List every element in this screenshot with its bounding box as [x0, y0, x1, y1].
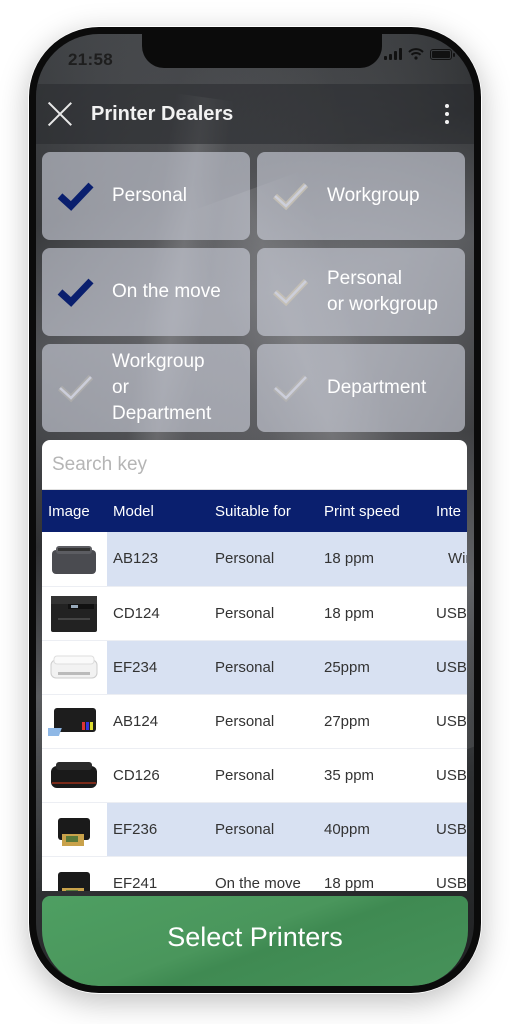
interface-cell: Wir	[436, 532, 467, 587]
battery-icon	[430, 48, 455, 60]
print-speed-cell: 18 ppm	[324, 586, 436, 641]
printer-inktank-icon	[42, 700, 100, 742]
model-cell: AB124	[107, 694, 215, 749]
printer-photo-compact-icon	[48, 862, 100, 891]
filter-grid: Personal Workgroup On the move Personal or …	[42, 152, 467, 432]
wifi-icon	[408, 48, 424, 60]
table-row[interactable]: AB123Personal18 ppmWir	[42, 532, 467, 587]
model-cell: EF236	[107, 802, 215, 857]
filter-option-label: Workgroup	[327, 185, 420, 206]
table-row[interactable]: EF236 Personal 40ppm USB	[42, 802, 467, 857]
app-screen: 21:58 Printer Dealers Personal Workgroup O…	[36, 34, 474, 986]
page-title: Printer Dealers	[91, 102, 234, 125]
print-speed-cell: 27ppm	[324, 694, 436, 749]
printer-inkjet-white-icon	[48, 646, 100, 688]
table-row[interactable]: AB124 Personal 27ppm USB	[42, 694, 467, 749]
column-header-print-speed[interactable]: Print speed	[324, 490, 436, 532]
print-speed-cell: 35 ppm	[324, 748, 436, 803]
table-row[interactable]: CD124 Personal 18 ppm USB	[42, 586, 467, 641]
print-speed-cell: 25ppm	[324, 640, 436, 695]
filter-option[interactable]: Personal	[42, 152, 250, 240]
printer-table: Image Model Suitable for Print speed Int…	[42, 490, 467, 891]
checkmark-unchecked-icon[interactable]	[56, 368, 96, 408]
notch	[142, 34, 382, 68]
more-vertical-icon[interactable]	[444, 104, 450, 124]
model-cell: CD126	[107, 748, 215, 803]
filter-option[interactable]: Workgroup or Department	[42, 344, 250, 432]
printer-list-panel: Image Model Suitable for Print speed Int…	[42, 440, 467, 891]
close-icon[interactable]	[46, 100, 74, 128]
table-row[interactable]: EF241 On the move 18 ppm USB	[42, 856, 467, 891]
column-header-model[interactable]: Model	[107, 490, 215, 532]
model-cell: EF241	[107, 856, 215, 891]
print-speed-cell: 18 ppm	[324, 856, 436, 891]
suitable-for-cell: Personal	[215, 694, 324, 749]
checkmark-unchecked-icon[interactable]	[271, 368, 311, 408]
print-speed-cell: 18 ppm	[324, 532, 436, 587]
interface-cell: USB	[436, 694, 467, 749]
filter-option-label: Personal	[112, 185, 187, 206]
suitable-for-cell: Personal	[215, 532, 324, 587]
printer-image-cell	[42, 748, 107, 803]
filter-option-label: Personal or workgroup	[327, 268, 438, 315]
column-header-interface[interactable]: Inte	[436, 490, 467, 532]
checkmark-unchecked-icon[interactable]	[271, 272, 311, 312]
column-header-image[interactable]: Image	[42, 490, 107, 532]
suitable-for-cell: Personal	[215, 748, 324, 803]
suitable-for-cell: Personal	[215, 802, 324, 857]
filter-option[interactable]: Workgroup	[257, 152, 465, 240]
printer-image-cell	[42, 532, 107, 587]
signal-icon	[384, 48, 402, 60]
checkmark-unchecked-icon[interactable]	[271, 176, 311, 216]
table-row[interactable]: EF234 Personal 25ppm USB	[42, 640, 467, 695]
printer-image-cell	[42, 586, 107, 641]
status-icons	[384, 48, 455, 60]
printer-image-cell	[42, 802, 107, 857]
print-speed-cell: 40ppm	[324, 802, 436, 857]
interface-cell: USB	[436, 586, 467, 641]
suitable-for-cell: Personal	[215, 640, 324, 695]
app-header: Printer Dealers	[36, 84, 474, 144]
interface-cell: USB	[436, 748, 467, 803]
printer-multifunction-icon	[48, 592, 100, 634]
search-input[interactable]	[52, 453, 467, 476]
printer-image-cell	[42, 694, 107, 749]
filter-option-label: Workgroup or Department	[112, 351, 212, 424]
printer-image-cell	[42, 856, 107, 891]
select-printers-button[interactable]: Select Printers	[42, 896, 468, 986]
phone-frame: 21:58 Printer Dealers Personal Workgroup O…	[29, 27, 481, 993]
status-time: 21:58	[68, 50, 113, 69]
search-bar	[42, 440, 467, 490]
printer-table-scroll[interactable]: Image Model Suitable for Print speed Int…	[42, 490, 467, 891]
filter-option[interactable]: On the move	[42, 248, 250, 336]
interface-cell: USB	[436, 856, 467, 891]
filter-option-label: Department	[327, 377, 427, 398]
checkmark-checked-icon[interactable]	[56, 272, 96, 312]
suitable-for-cell: On the move	[215, 856, 324, 891]
printer-photo-compact-icon	[48, 808, 100, 850]
filter-option[interactable]: Personal or workgroup	[257, 248, 465, 336]
table-row[interactable]: CD126 Personal 35 ppm USB	[42, 748, 467, 803]
suitable-for-cell: Personal	[215, 586, 324, 641]
model-cell: AB123	[107, 532, 215, 587]
filter-option-label: On the move	[112, 281, 221, 302]
checkmark-checked-icon[interactable]	[56, 176, 96, 216]
interface-cell: USB	[436, 802, 467, 857]
model-cell: EF234	[107, 640, 215, 695]
printer-laser-compact-icon	[48, 538, 100, 580]
printer-image-cell	[42, 640, 107, 695]
table-header-row: Image Model Suitable for Print speed Int…	[42, 490, 467, 532]
printer-photo-icon	[48, 754, 100, 796]
model-cell: CD124	[107, 586, 215, 641]
interface-cell: USB	[436, 640, 467, 695]
column-header-suitable-for[interactable]: Suitable for	[215, 490, 324, 532]
filter-option[interactable]: Department	[257, 344, 465, 432]
